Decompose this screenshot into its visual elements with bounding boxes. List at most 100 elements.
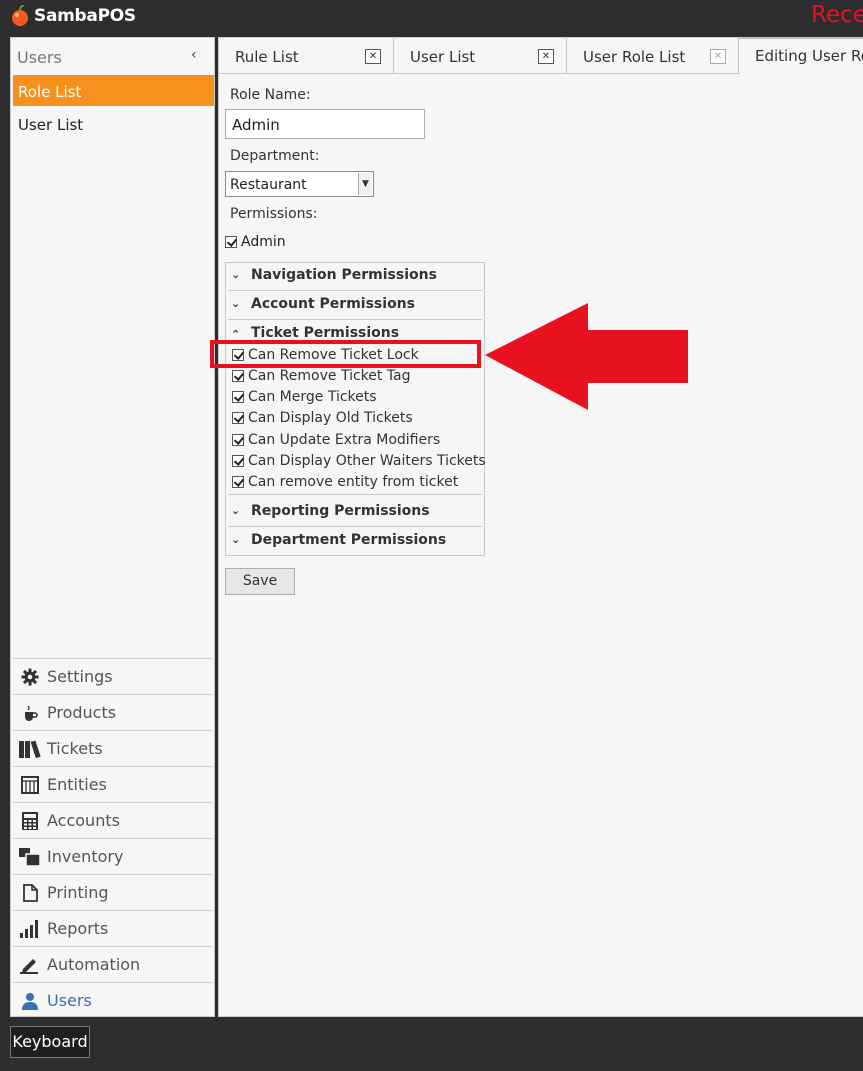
tab-editing-user-role[interactable]: Editing User Ro (739, 38, 863, 75)
group-label: Reporting Permissions (251, 503, 430, 519)
group-reporting-permissions[interactable]: ⌄ Reporting Permissions (226, 499, 484, 527)
app-name: SambaPOS (34, 6, 136, 26)
nav-accounts[interactable]: Accounts (13, 802, 213, 838)
user-icon (19, 990, 41, 1012)
main-panel: Rule List ✕ User List ✕ User Role List ✕… (218, 37, 863, 1017)
recent-label[interactable]: Rece (811, 2, 863, 28)
nav-printing[interactable]: Printing (13, 874, 213, 910)
group-navigation-permissions[interactable]: ⌄ Navigation Permissions (226, 263, 484, 291)
perm-label: Can Display Old Tickets (248, 410, 413, 426)
nav-label: Inventory (47, 847, 124, 866)
pen-icon (19, 954, 41, 976)
bar-chart-icon (19, 918, 41, 940)
perm-label: Can remove entity from ticket (248, 474, 459, 490)
calculator-icon (19, 810, 41, 832)
perm-label: Can Update Extra Modifiers (248, 432, 441, 448)
group-label: Department Permissions (251, 532, 447, 548)
department-label: Department: (230, 148, 320, 164)
boxes-icon (19, 846, 41, 868)
annotation-highlight-box (210, 340, 481, 368)
nav-label: Automation (47, 955, 141, 974)
checkbox[interactable] (232, 434, 244, 446)
close-icon[interactable]: ✕ (365, 49, 381, 64)
checkbox[interactable] (232, 412, 244, 424)
permissions-panel: ⌄ Navigation Permissions ⌄ Account Permi… (225, 262, 486, 556)
close-icon[interactable]: ✕ (710, 49, 726, 64)
perm-can-update-extra-modifiers[interactable]: Can Update Extra Modifiers (232, 432, 440, 448)
document-tabs: Rule List ✕ User List ✕ User Role List ✕… (219, 38, 863, 75)
chevron-down-icon[interactable]: ▼ (358, 173, 372, 195)
chevron-down-icon[interactable]: ⌄ (231, 504, 240, 517)
nav-reports[interactable]: Reports (13, 910, 213, 946)
admin-checkbox-row[interactable]: Admin (225, 234, 286, 250)
close-icon[interactable]: ✕ (538, 49, 554, 64)
checkbox[interactable] (232, 391, 244, 403)
chevron-down-icon[interactable]: ⌄ (231, 268, 240, 281)
group-label: Ticket Permissions (251, 325, 400, 341)
perm-can-remove-entity-from-ticket[interactable]: Can remove entity from ticket (232, 474, 458, 490)
group-department-permissions[interactable]: ⌄ Department Permissions (226, 528, 484, 556)
sidebar: Users ‹ Role List User List Settings Pro… (10, 37, 215, 1017)
perm-can-display-other-waiters-tickets[interactable]: Can Display Other Waiters Tickets (232, 453, 486, 469)
books-icon (19, 738, 41, 760)
checkbox[interactable] (232, 370, 244, 382)
sidebar-item-user-list[interactable]: User List (13, 108, 214, 139)
group-label: Account Permissions (251, 296, 415, 312)
grid-icon (19, 774, 41, 796)
department-select[interactable]: Restaurant ▼ (225, 171, 374, 197)
group-label: Navigation Permissions (251, 267, 437, 283)
perm-label: Can Merge Tickets (248, 389, 377, 405)
nav-products[interactable]: Products (13, 694, 213, 730)
save-button[interactable]: Save (225, 568, 295, 595)
admin-checkbox[interactable] (225, 236, 237, 248)
department-value: Restaurant (230, 177, 307, 193)
nav-settings[interactable]: Settings (13, 658, 213, 694)
app-window: SambaPOS Rece Users ‹ Role List User Lis… (0, 0, 863, 1071)
tab-label: User Role List (583, 48, 686, 66)
divider (228, 494, 482, 495)
role-name-input[interactable]: Admin (225, 109, 425, 139)
tab-label: Editing User Ro (755, 47, 863, 65)
nav-label: Tickets (47, 739, 103, 758)
title-bar: SambaPOS Rece (0, 0, 863, 33)
nav-label: Accounts (47, 811, 120, 830)
perm-label: Can Display Other Waiters Tickets (248, 453, 486, 469)
nav-users[interactable]: Users (13, 982, 213, 1018)
perm-can-display-old-tickets[interactable]: Can Display Old Tickets (232, 410, 413, 426)
perm-can-remove-ticket-tag[interactable]: Can Remove Ticket Tag (232, 368, 411, 384)
perm-can-merge-tickets[interactable]: Can Merge Tickets (232, 389, 377, 405)
sidebar-header: Users ‹ (11, 38, 214, 74)
admin-checkbox-label: Admin (241, 234, 286, 250)
document-icon (19, 882, 41, 904)
checkbox[interactable] (232, 455, 244, 467)
nav-label: Products (47, 703, 117, 722)
tab-label: Rule List (235, 48, 299, 66)
nav-label: Entities (47, 775, 107, 794)
bottom-bar: Keyboard (0, 1021, 863, 1071)
gear-icon (19, 666, 41, 688)
keyboard-button[interactable]: Keyboard (10, 1026, 90, 1058)
chevron-down-icon[interactable]: ⌄ (231, 533, 240, 546)
nav-inventory[interactable]: Inventory (13, 838, 213, 874)
chevron-left-icon[interactable]: ‹ (191, 47, 197, 63)
tab-label: User List (410, 48, 476, 66)
nav-label: Printing (47, 883, 109, 902)
nav-entities[interactable]: Entities (13, 766, 213, 802)
cup-icon (19, 702, 41, 724)
sidebar-title: Users (17, 48, 62, 67)
sidebar-item-role-list[interactable]: Role List (13, 75, 214, 106)
nav-tickets[interactable]: Tickets (13, 730, 213, 766)
checkbox[interactable] (232, 476, 244, 488)
nav-label: Reports (47, 919, 109, 938)
nav-label: Settings (47, 667, 113, 686)
nav-label: Users (47, 991, 92, 1010)
tab-user-list[interactable]: User List ✕ (394, 38, 567, 74)
role-name-label: Role Name: (230, 87, 311, 103)
nav-automation[interactable]: Automation (13, 946, 213, 982)
perm-label: Can Remove Ticket Tag (248, 368, 411, 384)
permissions-label: Permissions: (230, 206, 318, 222)
tab-rule-list[interactable]: Rule List ✕ (219, 38, 394, 74)
group-account-permissions[interactable]: ⌄ Account Permissions (226, 292, 484, 320)
tab-user-role-list[interactable]: User Role List ✕ (567, 38, 739, 74)
chevron-down-icon[interactable]: ⌄ (231, 297, 240, 310)
